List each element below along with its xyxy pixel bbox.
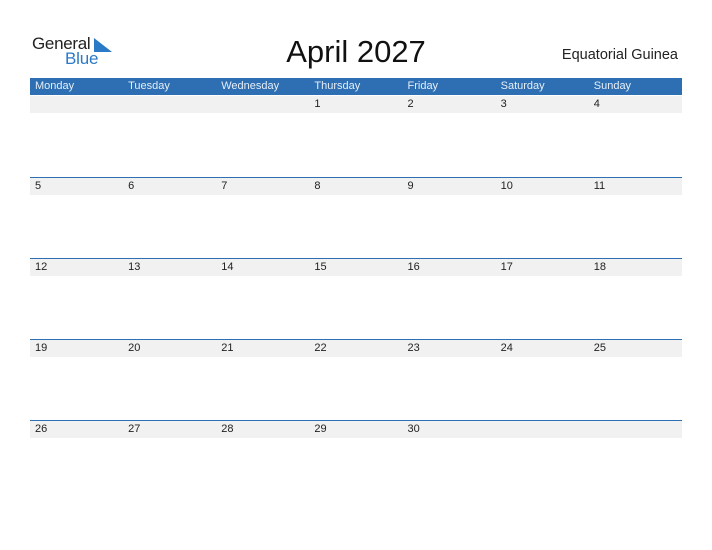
week-row: 12 13 14 15 16 17 18 <box>30 258 682 340</box>
day-cell: 26 <box>35 423 48 435</box>
day-cell: 21 <box>221 342 234 354</box>
day-cell: 11 <box>593 180 606 192</box>
day-cell: 18 <box>593 261 606 273</box>
day-cell: 3 <box>500 98 507 110</box>
weekday-label: Monday <box>35 80 75 92</box>
day-cell <box>123 96 216 113</box>
day-cell: 25 <box>593 342 606 354</box>
week-row: 19 20 21 22 23 24 25 <box>30 339 682 421</box>
country-label: Equatorial Guinea <box>561 47 678 63</box>
day-cell: 7 <box>221 180 228 192</box>
day-cell: 17 <box>500 261 513 273</box>
day-cell: 14 <box>221 261 234 273</box>
day-cell: 12 <box>35 261 48 273</box>
weekday-label: Wednesday <box>221 80 280 92</box>
day-cell: 15 <box>314 261 327 273</box>
day-cell: 30 <box>407 423 420 435</box>
day-cell <box>30 96 123 113</box>
day-cell: 19 <box>35 342 48 354</box>
day-cell: 24 <box>500 342 513 354</box>
day-cell: 13 <box>128 261 141 273</box>
day-cell: 10 <box>500 180 513 192</box>
day-cell: 22 <box>314 342 327 354</box>
weekday-label: Saturday <box>500 80 545 92</box>
day-cell: 8 <box>314 180 321 192</box>
day-cell: 2 <box>407 98 414 110</box>
day-cell: 28 <box>221 423 234 435</box>
week-row: 26 27 28 29 30 <box>30 420 682 502</box>
week-row: 5 6 7 8 9 10 11 <box>30 177 682 259</box>
weekday-label: Tuesday <box>128 80 170 92</box>
day-cell <box>589 421 682 438</box>
weekday-header: Monday Tuesday Wednesday Thursday Friday… <box>30 78 682 95</box>
day-cell: 9 <box>407 180 414 192</box>
day-cell: 23 <box>407 342 420 354</box>
day-cell: 5 <box>35 180 42 192</box>
day-cell <box>216 96 309 113</box>
day-cell: 29 <box>314 423 327 435</box>
day-cell: 20 <box>128 342 141 354</box>
day-cell: 4 <box>593 98 600 110</box>
day-cell <box>496 421 589 438</box>
day-cell: 6 <box>128 180 135 192</box>
weekday-label: Friday <box>407 80 439 92</box>
day-cell: 1 <box>314 98 321 110</box>
weekday-label: Sunday <box>593 80 632 92</box>
weekday-label: Thursday <box>314 80 361 92</box>
day-cell: 16 <box>407 261 420 273</box>
week-row: 1 2 3 4 <box>30 96 682 177</box>
day-cell: 27 <box>128 423 141 435</box>
